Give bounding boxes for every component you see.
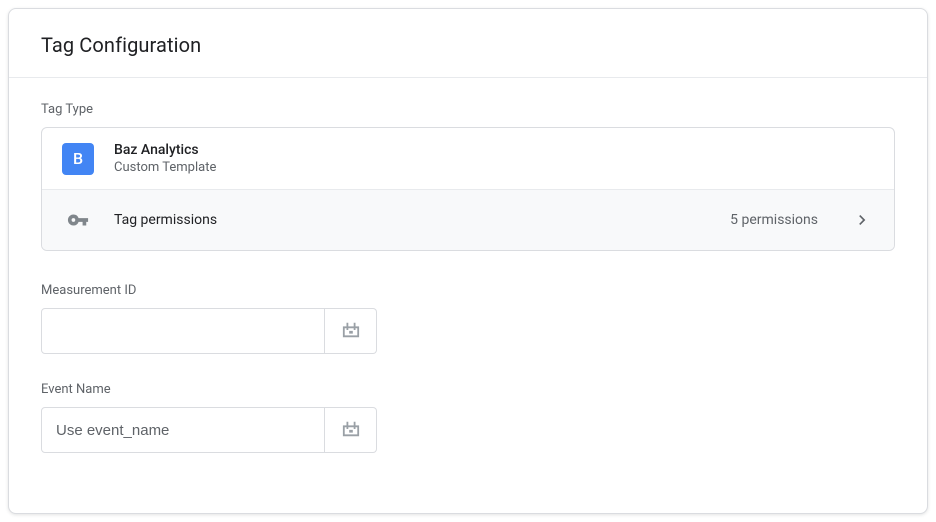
event-name-field-group: Event Name (41, 382, 895, 453)
card-body: Tag Type B Baz Analytics Custom Template… (9, 78, 927, 513)
tag-type-label: Tag Type (41, 102, 895, 117)
measurement-id-input-row (41, 308, 895, 354)
permissions-label: Tag permissions (114, 212, 710, 228)
measurement-id-variable-button[interactable] (325, 308, 377, 354)
key-icon (62, 204, 94, 236)
event-name-variable-button[interactable] (325, 407, 377, 453)
tag-info: Baz Analytics Custom Template (114, 142, 874, 175)
tag-permissions-row[interactable]: Tag permissions 5 permissions (42, 189, 894, 250)
tag-name: Baz Analytics (114, 142, 874, 158)
measurement-id-input[interactable] (41, 308, 325, 354)
tag-configuration-card: Tag Configuration Tag Type B Baz Analyti… (8, 8, 928, 514)
event-name-label: Event Name (41, 382, 895, 397)
tag-badge-icon: B (62, 143, 94, 175)
measurement-id-field-group: Measurement ID (41, 283, 895, 354)
variable-block-icon (340, 420, 362, 441)
card-header: Tag Configuration (9, 9, 927, 78)
tag-type-selected-row[interactable]: B Baz Analytics Custom Template (42, 128, 894, 189)
chevron-right-icon (850, 208, 874, 232)
page-title: Tag Configuration (41, 33, 895, 57)
tag-subtitle: Custom Template (114, 160, 874, 175)
tag-type-box: B Baz Analytics Custom Template Tag perm… (41, 127, 895, 251)
event-name-input-row (41, 407, 895, 453)
permissions-count: 5 permissions (730, 212, 818, 228)
measurement-id-label: Measurement ID (41, 283, 895, 298)
variable-block-icon (340, 321, 362, 342)
event-name-input[interactable] (41, 407, 325, 453)
